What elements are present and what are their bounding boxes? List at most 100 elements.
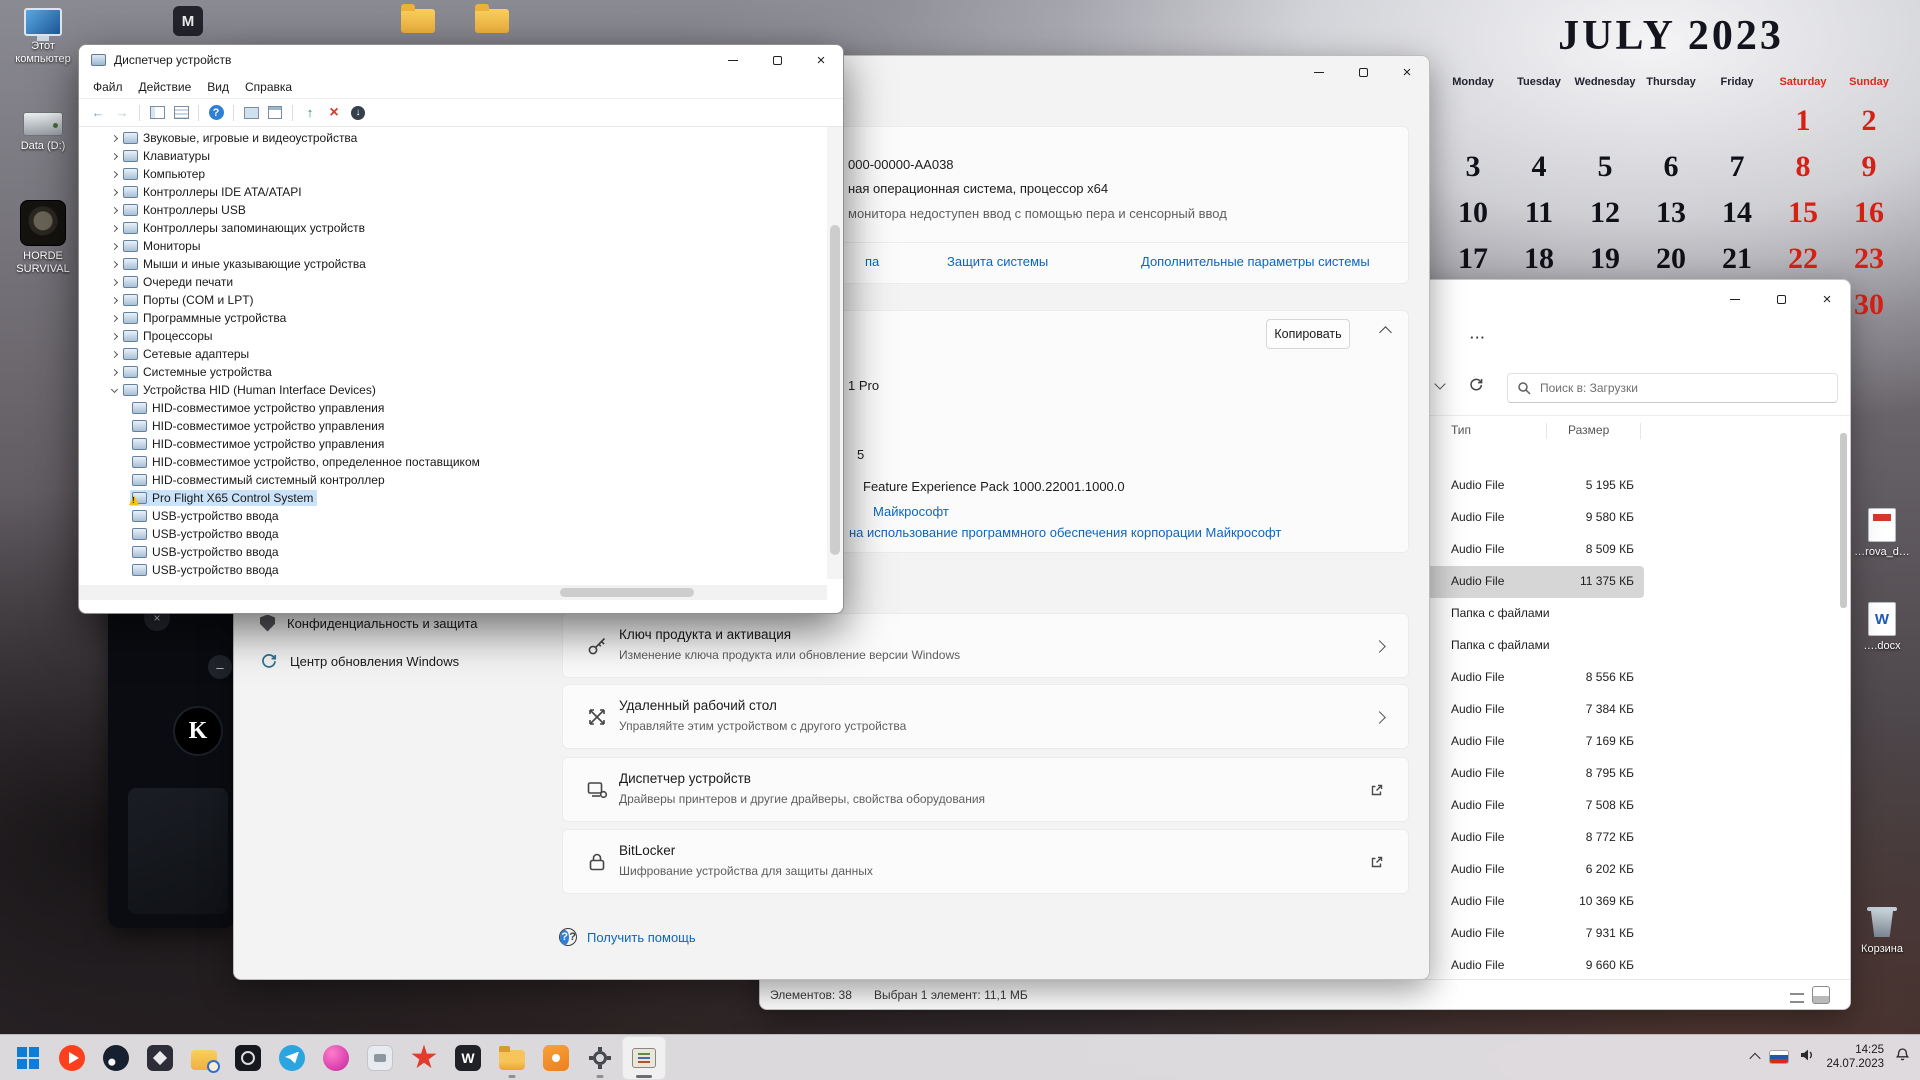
w-letter-app-icon[interactable] <box>446 1036 490 1080</box>
scrollbar-thumb[interactable] <box>560 588 694 597</box>
chevron-collapsed-icon[interactable] <box>107 347 121 361</box>
start-button[interactable] <box>6 1036 50 1080</box>
volume-icon[interactable] <box>1799 1047 1815 1068</box>
star-app-icon[interactable] <box>402 1036 446 1080</box>
tree-item[interactable]: Контроллеры IDE ATA/ATAPI <box>79 183 827 201</box>
system-link[interactable]: Защита системы <box>947 254 1048 269</box>
tree-item[interactable]: HID-совместимый системный контроллер <box>79 471 827 489</box>
tree-node[interactable]: HID-совместимое устройство управления <box>130 436 388 452</box>
tree-node[interactable]: HID-совместимое устройство управления <box>130 400 388 416</box>
column-divider[interactable] <box>1546 423 1547 439</box>
collapse-section-icon[interactable] <box>1379 326 1392 339</box>
notification-bell-icon[interactable] <box>1895 1047 1910 1067</box>
light-app-icon[interactable] <box>358 1036 402 1080</box>
settings-gear-icon[interactable] <box>578 1036 622 1080</box>
tree-node[interactable]: USB-устройство ввода <box>130 562 283 578</box>
tree-node[interactable]: HID-совместимый системный контроллер <box>130 472 389 488</box>
scan-hardware-icon[interactable] <box>240 102 262 124</box>
tree-item[interactable]: Контроллеры запоминающих устройств <box>79 219 827 237</box>
column-divider[interactable] <box>1640 423 1641 439</box>
more-options-button[interactable]: ··· <box>1464 324 1492 350</box>
help-icon[interactable] <box>205 102 227 124</box>
chevron-collapsed-icon[interactable] <box>107 257 121 271</box>
system-link[interactable]: Дополнительные параметры системы <box>1141 254 1370 269</box>
column-header-type[interactable]: Тип <box>1451 423 1471 437</box>
chevron-collapsed-icon[interactable] <box>107 365 121 379</box>
ru-flag-icon[interactable] <box>1770 1051 1788 1063</box>
tree-node[interactable]: USB-устройство ввода <box>130 508 283 524</box>
tree-item[interactable]: Компьютер <box>79 165 827 183</box>
tree-node[interactable]: Клавиатуры <box>121 148 214 164</box>
taskbar-clock[interactable]: 14:25 24.07.2023 <box>1826 1043 1884 1071</box>
chevron-collapsed-icon[interactable] <box>107 149 121 163</box>
widget-logo-button[interactable]: K <box>173 706 223 756</box>
desktop-icon-data-drive[interactable]: Data (D:) <box>4 112 82 153</box>
tray-chevron-icon[interactable] <box>1750 1053 1761 1064</box>
tree-node[interactable]: Очереди печати <box>121 274 237 290</box>
tree-item[interactable]: HID-совместимое устройство управления <box>79 399 827 417</box>
tree-item[interactable]: Мыши и иные указывающие устройства <box>79 255 827 273</box>
desktop-icon-folder-2[interactable] <box>470 9 514 33</box>
tree-item[interactable]: HID-совместимое устройство, определенное… <box>79 453 827 471</box>
export-list-icon[interactable] <box>170 102 192 124</box>
desktop-icon-app-shortcut[interactable]: M <box>168 6 208 36</box>
tree-item[interactable]: Клавиатуры <box>79 147 827 165</box>
chevron-collapsed-icon[interactable] <box>107 311 121 325</box>
system-link[interactable]: па <box>865 254 879 269</box>
properties-icon[interactable] <box>264 102 286 124</box>
tree-item[interactable]: USB-устройство ввода <box>79 507 827 525</box>
tree-node[interactable]: Программные устройства <box>121 310 290 326</box>
scrollbar-thumb[interactable] <box>830 225 840 555</box>
desktop-icon-recycle-bin[interactable]: Корзина <box>1843 905 1920 956</box>
scrollbar[interactable] <box>827 127 843 579</box>
tree-node[interactable]: Процессоры <box>121 328 217 344</box>
tree-node[interactable]: Контроллеры IDE ATA/ATAPI <box>121 184 306 200</box>
back-icon[interactable] <box>87 102 109 124</box>
tree-item[interactable]: Pro Flight X65 Control System <box>79 489 827 507</box>
tree-node[interactable]: Сетевые адаптеры <box>121 346 253 362</box>
widget-minimize-button[interactable]: – <box>208 655 232 679</box>
thumbnails-view-icon[interactable] <box>1812 986 1830 1004</box>
minimize-button[interactable] <box>711 45 755 75</box>
horizontal-scrollbar[interactable] <box>79 585 827 600</box>
tree-item[interactable]: USB-устройство ввода <box>79 525 827 543</box>
close-button[interactable]: × <box>1385 56 1429 88</box>
tree-node[interactable]: HID-совместимое устройство, определенное… <box>130 454 484 470</box>
copy-button[interactable]: Копировать <box>1266 319 1350 349</box>
menu-item[interactable]: Файл <box>85 77 131 97</box>
telegram-icon[interactable] <box>270 1036 314 1080</box>
tree-item[interactable]: Сетевые адаптеры <box>79 345 827 363</box>
tree-node[interactable]: Порты (COM и LPT) <box>121 292 258 308</box>
tree-node[interactable]: Pro Flight X65 Control System <box>130 490 317 506</box>
tree-node[interactable]: Контроллеры USB <box>121 202 250 218</box>
tree-item[interactable]: Порты (COM и LPT) <box>79 291 827 309</box>
tree-node[interactable]: Мониторы <box>121 238 204 254</box>
chevron-collapsed-icon[interactable] <box>107 185 121 199</box>
menu-item[interactable]: Действие <box>131 77 200 97</box>
tree-node[interactable]: Системные устройства <box>121 364 276 380</box>
microsoft-services-link[interactable]: Майкрософт <box>873 504 949 519</box>
chevron-collapsed-icon[interactable] <box>107 221 121 235</box>
desktop-icon-folder-1[interactable] <box>396 9 440 33</box>
tree-item[interactable]: Программные устройства <box>79 309 827 327</box>
steam-icon[interactable] <box>94 1036 138 1080</box>
settings-card[interactable]: Удаленный рабочий столУправляйте этим ус… <box>562 684 1409 749</box>
menu-item[interactable]: Справка <box>237 77 300 97</box>
desktop-icon-horde-survival[interactable]: HORDESURVIVAL <box>4 200 82 276</box>
pink-app-icon[interactable] <box>314 1036 358 1080</box>
tree-node[interactable]: USB-устройство ввода <box>130 526 283 542</box>
close-button[interactable]: × <box>799 45 843 75</box>
scrollbar-thumb[interactable] <box>1840 433 1847 608</box>
tree-item[interactable]: Звуковые, игровые и видеоустройства <box>79 129 827 147</box>
chevron-collapsed-icon[interactable] <box>107 293 121 307</box>
desktop-icon-word-doc[interactable]: ….docx <box>1843 602 1920 653</box>
yandex-music-icon[interactable] <box>50 1036 94 1080</box>
chevron-collapsed-icon[interactable] <box>107 275 121 289</box>
tree-item[interactable]: Процессоры <box>79 327 827 345</box>
update-driver-icon[interactable] <box>299 102 321 124</box>
desktop-icon-this-pc[interactable]: Этот компьютер <box>4 8 82 66</box>
get-help-link[interactable]: ? Получить помощь <box>559 928 696 946</box>
chevron-collapsed-icon[interactable] <box>107 239 121 253</box>
chevron-collapsed-icon[interactable] <box>107 131 121 145</box>
game-launcher-icon[interactable] <box>138 1036 182 1080</box>
